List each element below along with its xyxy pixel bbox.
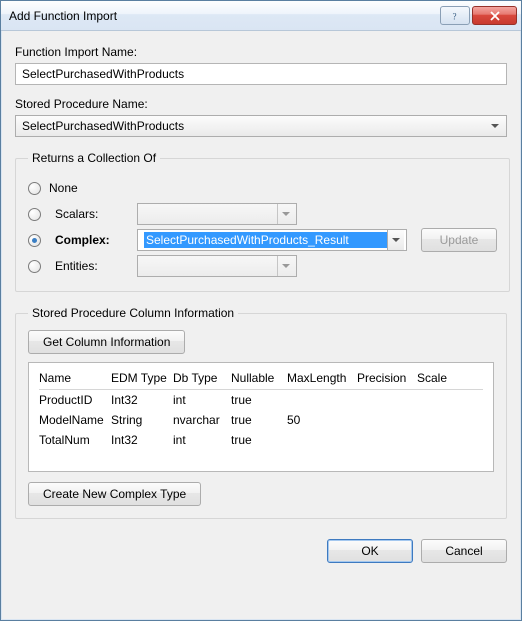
returns-complex-dropdown[interactable]: SelectPurchasedWithProducts_Result — [137, 229, 407, 251]
chevron-down-icon — [277, 204, 294, 224]
returns-scalars-dropdown — [137, 203, 297, 225]
returns-none-row: None — [28, 175, 497, 201]
chevron-down-icon — [387, 230, 404, 250]
returns-entities-row: Entities: — [28, 253, 497, 279]
get-column-information-button[interactable]: Get Column Information — [28, 330, 185, 354]
table-header-row: Name EDM Type Db Type Nullable MaxLength… — [39, 369, 483, 390]
svg-text:?: ? — [453, 11, 457, 21]
dialog-content: Function Import Name: Stored Procedure N… — [1, 31, 521, 620]
col-name: Name — [39, 369, 111, 390]
returns-group: Returns a Collection Of None Scalars: Co… — [15, 151, 510, 292]
col-db-type: Db Type — [173, 369, 231, 390]
function-import-name-input[interactable] — [15, 63, 507, 85]
returns-entities-radio[interactable] — [28, 260, 41, 273]
function-import-name-label: Function Import Name: — [15, 45, 507, 59]
returns-entities-label: Entities: — [55, 259, 123, 273]
spinfo-group: Stored Procedure Column Information Get … — [15, 306, 507, 519]
col-maxlength: MaxLength — [287, 369, 357, 390]
table-row: TotalNum Int32 int true — [39, 430, 483, 450]
title-bar: Add Function Import ? — [1, 1, 521, 31]
update-button[interactable]: Update — [421, 228, 497, 252]
cancel-button[interactable]: Cancel — [421, 539, 507, 563]
returns-complex-row: Complex: SelectPurchasedWithProducts_Res… — [28, 227, 497, 253]
col-precision: Precision — [357, 369, 417, 390]
spinfo-legend: Stored Procedure Column Information — [28, 306, 238, 320]
stored-procedure-name-value: SelectPurchasedWithProducts — [22, 119, 488, 133]
column-info-body: ProductID Int32 int true ModelName Strin… — [39, 390, 483, 451]
close-button[interactable] — [472, 6, 517, 25]
chevron-down-icon — [277, 256, 294, 276]
returns-complex-value: SelectPurchasedWithProducts_Result — [144, 232, 387, 248]
create-new-complex-type-button[interactable]: Create New Complex Type — [28, 482, 201, 506]
column-info-table-wrap: Name EDM Type Db Type Nullable MaxLength… — [28, 362, 494, 472]
returns-none-radio[interactable] — [28, 182, 41, 195]
returns-none-label: None — [49, 181, 117, 195]
ok-button[interactable]: OK — [327, 539, 413, 563]
returns-complex-radio[interactable] — [28, 234, 41, 247]
help-button[interactable]: ? — [440, 6, 470, 25]
col-nullable: Nullable — [231, 369, 287, 390]
returns-scalars-radio[interactable] — [28, 208, 41, 221]
dialog-footer: OK Cancel — [15, 539, 507, 563]
table-row: ModelName String nvarchar true 50 — [39, 410, 483, 430]
returns-entities-dropdown — [137, 255, 297, 277]
stored-procedure-name-dropdown[interactable]: SelectPurchasedWithProducts — [15, 115, 507, 137]
col-scale: Scale — [417, 369, 483, 390]
stored-procedure-name-label: Stored Procedure Name: — [15, 97, 507, 111]
returns-legend: Returns a Collection Of — [28, 151, 160, 165]
chevron-down-icon — [488, 122, 502, 130]
returns-complex-label: Complex: — [55, 233, 123, 247]
returns-scalars-label: Scalars: — [55, 207, 123, 221]
window-title: Add Function Import — [9, 9, 438, 23]
col-edm-type: EDM Type — [111, 369, 173, 390]
column-info-table: Name EDM Type Db Type Nullable MaxLength… — [39, 369, 483, 450]
table-row: ProductID Int32 int true — [39, 390, 483, 411]
returns-scalars-row: Scalars: — [28, 201, 497, 227]
dialog-window: Add Function Import ? Function Import Na… — [0, 0, 522, 621]
